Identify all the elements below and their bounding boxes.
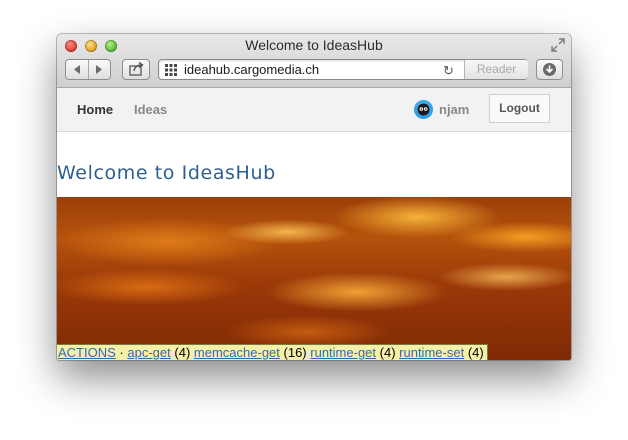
debug-actions-bar: ACTIONS · apc-get (4) memcache-get (16) … [57,344,488,360]
actions-link[interactable]: ACTIONS [58,345,116,360]
window-title: Welcome to IdeasHub [245,37,383,53]
download-icon [543,63,556,76]
logout-button[interactable]: Logout [489,94,550,123]
address-bar[interactable]: ideahub.cargomedia.ch ↻ Reader [158,59,528,80]
action-memcache-get-link[interactable]: memcache-get [194,345,280,360]
nav-home-link[interactable]: Home [77,102,113,117]
nav-ideas-link[interactable]: Ideas [134,102,167,117]
username-link[interactable]: njam [439,102,469,117]
action-apc-get-link[interactable]: apc-get [127,345,170,360]
forward-icon [96,65,102,74]
page-title: Welcome to IdeasHub [57,162,276,184]
share-button[interactable] [122,59,150,80]
hero-image: ACTIONS · apc-get (4) memcache-get (16) … [57,197,571,360]
action-count: (16) [283,345,307,360]
title-bar: Welcome to IdeasHub ideahub.cargomedia.c… [57,34,571,88]
browser-window: Welcome to IdeasHub ideahub.cargomedia.c… [57,34,571,360]
user-avatar-icon [417,103,430,116]
action-count: (4) [467,345,484,360]
url-field[interactable]: ideahub.cargomedia.ch [184,62,319,77]
action-count: (4) [174,345,191,360]
actions-separator: · [119,345,124,360]
reader-button[interactable]: Reader [464,60,528,79]
action-runtime-get-link[interactable]: runtime-get [310,345,376,360]
forward-button[interactable] [88,60,110,79]
back-button[interactable] [66,60,89,79]
reload-icon[interactable]: ↻ [443,63,454,79]
fullscreen-icon[interactable] [551,38,565,52]
avatar[interactable] [414,100,433,119]
action-count: (4) [379,345,396,360]
downloads-button[interactable] [536,59,563,80]
share-icon [129,61,144,76]
back-icon [74,65,80,74]
grid-icon[interactable] [165,64,177,76]
back-forward-group [65,59,111,80]
site-navbar: Home Ideas njam Logout [57,88,571,132]
action-runtime-set-link[interactable]: runtime-set [399,345,464,360]
